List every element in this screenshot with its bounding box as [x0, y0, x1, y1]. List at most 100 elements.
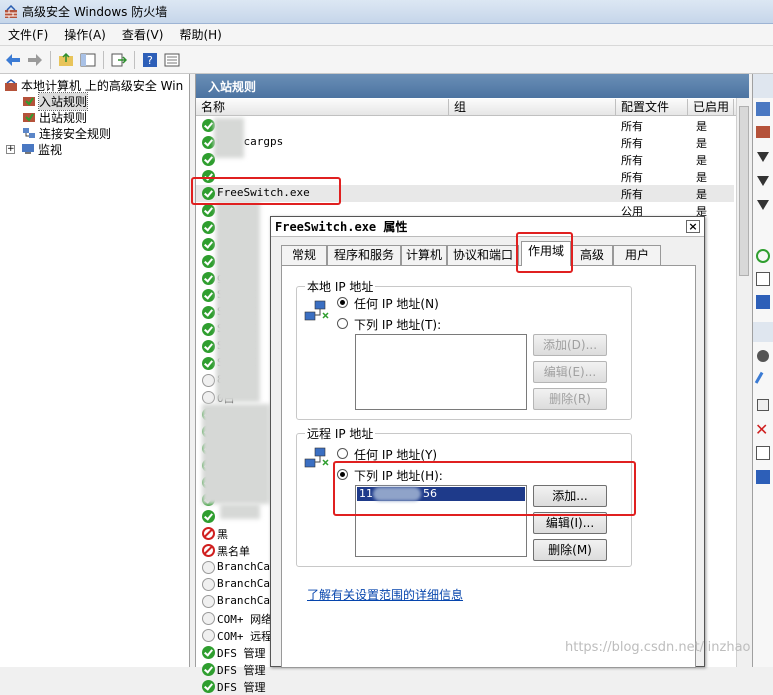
local-any-ip-radio[interactable]	[337, 297, 348, 308]
rule-enabled: 是	[696, 137, 707, 150]
help-icon[interactable]	[756, 295, 770, 309]
highlight-remote-ip	[333, 461, 636, 516]
tab-general[interactable]: 常规	[281, 245, 327, 265]
local-remove-button[interactable]: 删除(R)	[533, 388, 607, 410]
refresh-icon[interactable]	[756, 249, 770, 263]
rule-name: 黑名单	[217, 545, 250, 558]
disabled-rule-icon	[202, 374, 215, 387]
properties-icon[interactable]	[756, 446, 770, 460]
up-folder-icon[interactable]	[57, 51, 75, 69]
rule-name: DFS 管理	[217, 647, 266, 660]
rule-enabled: 是	[696, 171, 707, 184]
tree-item-outbound-rules[interactable]: 出站规则	[22, 109, 87, 125]
rule-name: BranchCac	[217, 560, 277, 573]
tab-advanced[interactable]: 高级	[571, 245, 613, 265]
tree-item-label: 监视	[38, 142, 63, 157]
menu-help[interactable]: 帮助(H)	[171, 26, 229, 43]
table-row[interactable]: 所有 是	[196, 151, 734, 168]
new-rule-icon[interactable]	[756, 126, 770, 138]
blur-mask	[214, 118, 244, 158]
back-arrow-icon[interactable]	[4, 51, 22, 69]
table-row[interactable]: udp cargps 所有是	[196, 134, 734, 151]
allow-rule-icon	[202, 238, 215, 251]
menu-file[interactable]: 文件(F)	[0, 26, 56, 43]
tab-computers[interactable]: 计算机	[401, 245, 447, 265]
rule-profile: 所有	[621, 171, 643, 184]
dialog-title-bar: FreeSwitch.exe 属性	[271, 217, 704, 237]
tab-scope[interactable]: 作用域	[521, 241, 571, 266]
disable-rule-icon[interactable]	[757, 350, 769, 362]
toolbar-divider	[103, 50, 104, 69]
window-title-bar: 高级安全 Windows 防火墙	[0, 0, 773, 24]
copy-icon[interactable]	[757, 399, 769, 411]
tree-root[interactable]: 本地计算机 上的高级安全 Win	[4, 77, 183, 93]
list-scrollbar[interactable]	[736, 98, 750, 667]
rule-name: COM+ 远程	[217, 630, 273, 643]
help-icon[interactable]: ?	[141, 51, 159, 69]
watermark: https://blog.csdn.net/linzhao	[565, 640, 751, 655]
tree-root-label: 本地计算机 上的高级安全 Win	[21, 78, 184, 93]
local-ip-list[interactable]	[355, 334, 527, 410]
tree-item-monitoring[interactable]: + 监视	[6, 141, 62, 157]
allow-rule-icon	[202, 272, 215, 285]
disabled-rule-icon	[202, 578, 215, 591]
column-header-group[interactable]: 组	[449, 99, 616, 116]
scroll-thumb[interactable]	[739, 106, 749, 276]
local-add-button[interactable]: 添加(D)...	[533, 334, 607, 356]
tab-programs-services[interactable]: 程序和服务	[327, 245, 401, 265]
filter-icon[interactable]	[757, 152, 769, 162]
navigation-tree: 本地计算机 上的高级安全 Win 入站规则 出站规则 连接安全规则 + 监视	[0, 74, 190, 667]
rule-enabled: 是	[696, 120, 707, 133]
expand-plus-icon[interactable]: +	[6, 144, 15, 154]
firewall-icon	[5, 4, 17, 18]
filter-icon[interactable]	[757, 176, 769, 186]
properties-icon[interactable]	[163, 51, 181, 69]
local-these-ip-radio[interactable]	[337, 318, 348, 329]
allow-rule-icon	[202, 646, 215, 659]
table-row[interactable]: DFS 管理	[196, 678, 734, 695]
remote-remove-button[interactable]: 删除(M)	[533, 539, 607, 561]
column-header-profile[interactable]: 配置文件	[616, 99, 688, 116]
export-list-icon[interactable]	[110, 51, 128, 69]
column-header-name[interactable]: 名称	[196, 99, 449, 116]
filter-icon[interactable]	[757, 200, 769, 210]
remote-ip-group-label: 远程 IP 地址	[305, 425, 376, 442]
tab-users[interactable]: 用户	[613, 245, 661, 265]
rule-name: DFS 管理	[217, 664, 266, 677]
delete-icon[interactable]: ✕	[755, 422, 768, 438]
tree-item-label: 连接安全规则	[39, 126, 112, 141]
allow-rule-icon	[202, 255, 215, 268]
tree-item-inbound-rules[interactable]: 入站规则	[22, 91, 89, 111]
remote-any-ip-radio[interactable]	[337, 448, 348, 459]
tree-item-connection-security[interactable]: 连接安全规则	[22, 125, 111, 141]
rule-enabled: 是	[696, 188, 707, 201]
rule-name: COM+ 网络	[217, 613, 273, 626]
column-header-enabled[interactable]: 已启用	[688, 99, 734, 116]
forward-arrow-icon[interactable]	[26, 51, 44, 69]
export-icon[interactable]	[756, 272, 770, 286]
local-these-ip-label: 下列 IP 地址(T):	[354, 318, 442, 332]
blur-mask	[216, 202, 260, 402]
allow-rule-icon	[202, 340, 215, 353]
highlight-freeswitch-row	[191, 177, 341, 205]
menu-view[interactable]: 查看(V)	[114, 26, 172, 43]
allow-rule-icon	[202, 204, 215, 217]
disabled-rule-icon	[202, 612, 215, 625]
properties-dialog: FreeSwitch.exe 属性 × 常规 程序和服务 计算机 协议和端口 作…	[270, 216, 705, 668]
connection-security-icon	[23, 128, 35, 138]
local-edit-button[interactable]: 编辑(E)...	[533, 361, 607, 383]
toolbar: ?	[0, 46, 773, 74]
inbound-rules-icon[interactable]	[756, 102, 770, 116]
allow-rule-icon	[202, 289, 215, 302]
table-row[interactable]: 所有 是	[196, 117, 734, 134]
tab-protocols-ports[interactable]: 协议和端口	[447, 245, 519, 265]
firewall-icon	[5, 79, 17, 91]
dialog-close-button[interactable]: ×	[686, 220, 700, 233]
cut-icon[interactable]	[754, 371, 772, 389]
rule-name: 黑	[217, 528, 228, 541]
menu-action[interactable]: 操作(A)	[56, 26, 114, 43]
toolbar-divider	[134, 50, 135, 69]
help-icon[interactable]	[756, 470, 770, 484]
scope-help-link[interactable]: 了解有关设置范围的详细信息	[307, 586, 463, 603]
show-hide-tree-icon[interactable]	[79, 51, 97, 69]
